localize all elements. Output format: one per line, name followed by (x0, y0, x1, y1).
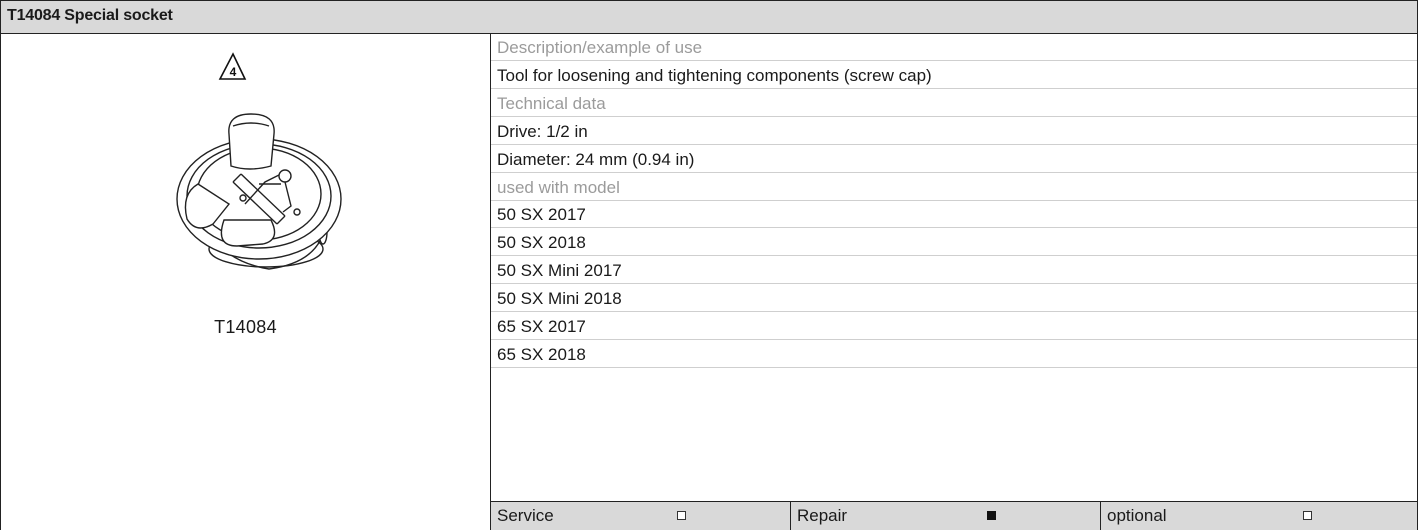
detail-value: 50 SX Mini 2017 (491, 257, 1417, 285)
socket-body (176, 113, 342, 270)
usage-footer: Service Repair optional (490, 501, 1418, 530)
tool-id-label: T14084 (214, 317, 277, 337)
warning-number: 4 (230, 65, 237, 79)
detail-value: Diameter: 24 mm (0.94 in) (491, 146, 1417, 173)
usage-cell-service: Service (491, 502, 791, 530)
tool-illustration-cell: 4 T14084 (1, 34, 490, 530)
detail-value: Tool for loosening and tightening compon… (491, 62, 1417, 89)
usage-label: optional (1107, 506, 1167, 525)
special-socket-illustration: 4 (176, 52, 342, 270)
unchecked-box-icon (677, 511, 686, 520)
unchecked-box-icon (1303, 511, 1312, 520)
detail-value: 50 SX 2018 (491, 229, 1417, 257)
tool-title: T14084 Special socket (7, 7, 173, 24)
tool-header: T14084 Special socket (0, 0, 1418, 34)
checked-box-icon (987, 511, 996, 520)
detail-value: Drive: 1/2 in (491, 118, 1417, 145)
section-label: Technical data (491, 90, 1417, 117)
detail-value: 65 SX 2017 (491, 313, 1417, 340)
detail-value: 65 SX 2018 (491, 341, 1417, 368)
usage-cell-optional: optional (1101, 502, 1417, 530)
section-label: used with model (491, 174, 1417, 201)
warning-triangle-icon: 4 (218, 52, 247, 80)
detail-value: 50 SX 2017 (491, 201, 1417, 229)
usage-cell-repair: Repair (791, 502, 1101, 530)
usage-label: Service (497, 506, 554, 525)
section-label: Description/example of use (491, 34, 1417, 61)
usage-label: Repair (797, 506, 848, 525)
detail-value: 50 SX Mini 2018 (491, 285, 1417, 313)
tool-sheet: T14084 Special socket 4 T14084 Descripti… (0, 0, 1418, 530)
